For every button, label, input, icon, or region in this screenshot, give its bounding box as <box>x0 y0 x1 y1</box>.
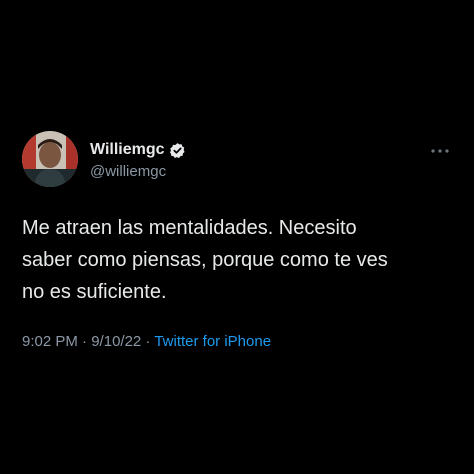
more-options-icon[interactable] <box>430 143 450 153</box>
avatar-image <box>22 131 78 187</box>
author-name-row: Williemgc <box>90 140 186 160</box>
separator: · <box>77 333 92 350</box>
display-name[interactable]: Williemgc <box>90 140 165 160</box>
tweet-source-link[interactable]: Twitter for iPhone <box>154 333 271 350</box>
avatar[interactable] <box>22 131 78 187</box>
tweet-card: Williemgc @williemgc Me atraen las menta… <box>0 0 474 474</box>
tweet-time[interactable]: 9:02 PM <box>22 333 78 350</box>
user-handle[interactable]: @williemgc <box>90 162 166 182</box>
separator: · <box>141 333 155 350</box>
tweet-metadata: 9:02 PM · 9/10/22 · Twitter for iPhone <box>22 332 271 352</box>
verified-badge-icon <box>169 142 186 159</box>
tweet-date[interactable]: 9/10/22 <box>91 333 141 350</box>
tweet-text: Me atraen las mentalidades. Necesito sab… <box>22 217 388 303</box>
